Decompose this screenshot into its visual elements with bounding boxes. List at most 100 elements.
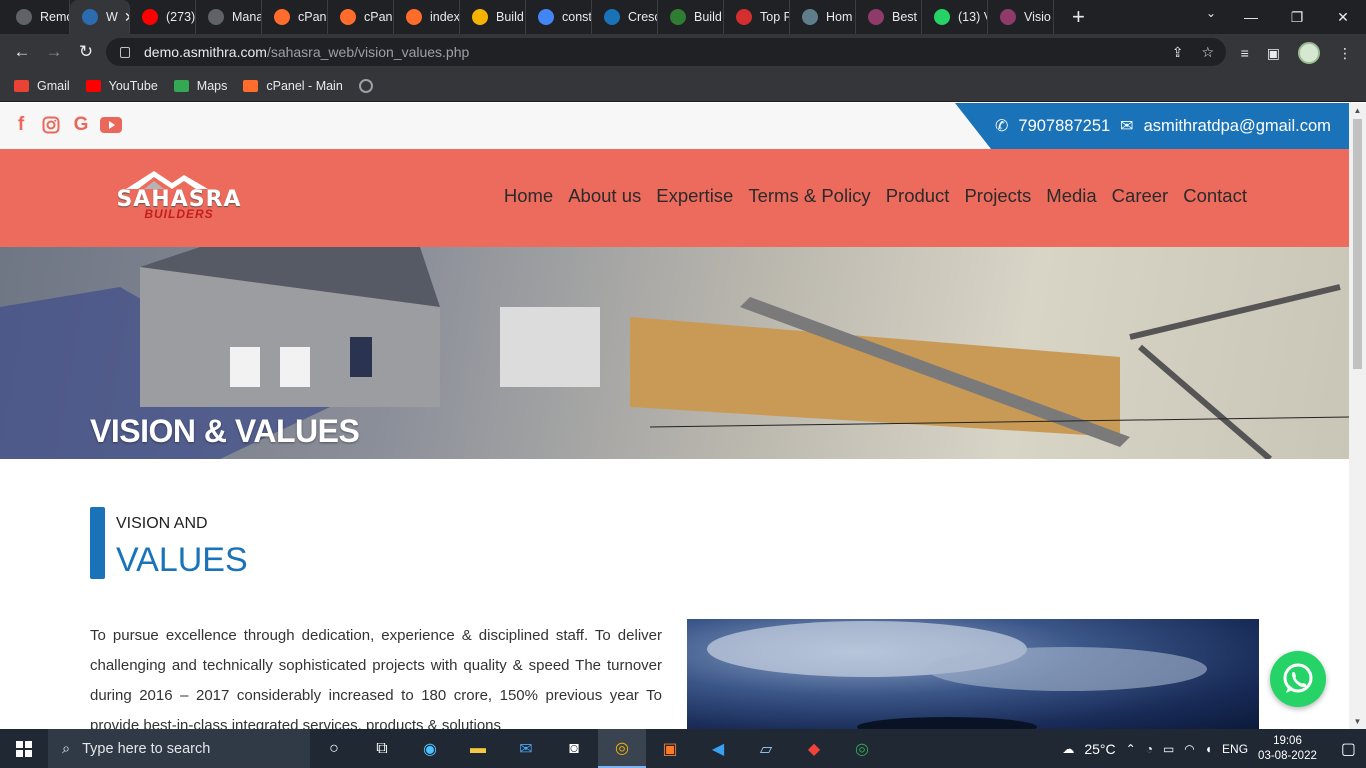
browser-tab[interactable]: Mana <box>196 0 262 34</box>
browser-tab[interactable]: Visio <box>988 0 1054 34</box>
browser-tab[interactable]: index <box>394 0 460 34</box>
notification-icon[interactable]: ▢ <box>1341 739 1356 759</box>
windows-taskbar: ⌕ Type here to search ○ ⧉ ◉ ▬ ✉ ◙ ◎ ▣ ◀ … <box>0 729 1366 768</box>
browser-tab[interactable]: W✕ <box>70 0 130 34</box>
language-indicator[interactable]: ENG <box>1222 742 1248 756</box>
bookmark-label: Gmail <box>37 78 70 93</box>
xampp-icon[interactable]: ▣ <box>646 729 694 768</box>
taskbar-search-placeholder: Type here to search <box>82 740 211 757</box>
browser-tab[interactable]: Best <box>856 0 922 34</box>
browser-tab[interactable]: Build <box>460 0 526 34</box>
google-icon[interactable]: G <box>70 114 92 136</box>
page-scrollbar[interactable]: ▲ ▼ <box>1349 103 1366 729</box>
profile-avatar[interactable] <box>1298 42 1320 64</box>
tab-label: Remo <box>40 10 69 24</box>
site-logo[interactable]: SAHASRA BUILDERS <box>104 167 254 223</box>
chrome-2-icon[interactable]: ◎ <box>838 729 886 768</box>
phone-number[interactable]: 7907887251 <box>1018 117 1110 136</box>
share-icon[interactable]: ⇪ <box>1172 44 1184 61</box>
bookmark-item[interactable]: cPanel - Main <box>243 78 343 93</box>
bookmark-label: cPanel - Main <box>266 78 343 93</box>
notepad-icon[interactable]: ▱ <box>742 729 790 768</box>
chrome-icon[interactable]: ◎ <box>598 729 646 768</box>
taskbar-search-box[interactable]: ⌕ Type here to search <box>48 729 310 768</box>
browser-tab[interactable]: (273) <box>130 0 196 34</box>
bookmark-item[interactable]: Maps <box>173 79 227 93</box>
forward-icon[interactable]: → <box>38 42 70 62</box>
browser-tab[interactable]: Build <box>658 0 724 34</box>
wifi-icon[interactable]: ◠ <box>1184 742 1194 756</box>
task-view-icon[interactable]: ⧉ <box>358 729 406 768</box>
media-control-icon[interactable]: ≡ <box>1241 45 1249 61</box>
close-window-icon[interactable]: ✕ <box>1320 0 1366 34</box>
clock[interactable]: 19:06 03-08-2022 <box>1258 734 1317 764</box>
nav-item[interactable]: Media <box>1046 185 1096 207</box>
bookmark-star-icon[interactable]: ☆ <box>1201 44 1214 61</box>
hero-banner: VISION & VALUES <box>0 247 1349 459</box>
nav-item[interactable]: Terms & Policy <box>748 185 870 207</box>
nav-item[interactable]: Product <box>886 185 950 207</box>
nav-item[interactable]: Projects <box>964 185 1031 207</box>
globe-bookmark-icon[interactable] <box>358 78 373 93</box>
tab-search-icon[interactable]: ⌄ <box>1206 6 1216 20</box>
tray-chevron-icon[interactable]: ⌃ <box>1126 742 1136 756</box>
tab-favicon-icon <box>16 9 32 25</box>
back-icon[interactable]: ← <box>6 42 38 62</box>
app-icon[interactable]: ◙ <box>550 729 598 768</box>
logo-text-bottom: BUILDERS <box>144 207 214 221</box>
scroll-up-icon[interactable]: ▲ <box>1349 106 1366 115</box>
browser-tab[interactable]: cPane <box>328 0 394 34</box>
bookmark-item[interactable]: YouTube <box>85 79 158 93</box>
tab-favicon-icon <box>340 9 356 25</box>
menu-kebab-icon[interactable]: ⋮ <box>1338 45 1352 62</box>
side-panel-icon[interactable]: ▣ <box>1267 45 1280 62</box>
tab-favicon-icon <box>1000 9 1016 25</box>
minimize-icon[interactable]: — <box>1228 0 1274 34</box>
cortana-icon[interactable]: ○ <box>310 729 358 768</box>
instagram-icon[interactable] <box>40 114 62 136</box>
url-host: demo.asmithra.com <box>144 44 267 60</box>
nav-item[interactable]: About us <box>568 185 641 207</box>
browser-tab[interactable]: (13) V <box>922 0 988 34</box>
scroll-down-icon[interactable]: ▼ <box>1349 717 1366 726</box>
weather-temp[interactable]: 25°C <box>1084 741 1115 757</box>
battery-icon[interactable]: ▭ <box>1163 742 1174 756</box>
tab-favicon-icon <box>736 9 752 25</box>
bookmark-item[interactable]: Gmail <box>14 79 70 93</box>
browser-tab[interactable]: Remo <box>4 0 70 34</box>
tab-label: Cresc <box>628 10 658 24</box>
tab-favicon-icon <box>208 9 224 25</box>
tab-label: cPane <box>364 10 393 24</box>
network-icon[interactable]: ◔ <box>1146 742 1153 756</box>
top-strip: f G ✆ 7907887251 ✉ asmithratdpa@gmail.co… <box>0 103 1349 149</box>
nav-item[interactable]: Contact <box>1183 185 1247 207</box>
reload-icon[interactable]: ↻ <box>70 42 102 62</box>
browser-tab[interactable]: Top F <box>724 0 790 34</box>
browser-tab[interactable]: Cresc <box>592 0 658 34</box>
new-tab-button[interactable]: + <box>1072 4 1085 30</box>
browser-tab[interactable]: cPane <box>262 0 328 34</box>
browser-tab[interactable]: const <box>526 0 592 34</box>
browser-tab[interactable]: Hom <box>790 0 856 34</box>
youtube-icon[interactable] <box>100 114 122 136</box>
volume-icon[interactable]: ◖ <box>1205 742 1212 756</box>
nav-item[interactable]: Home <box>504 185 553 207</box>
edge-icon[interactable]: ◉ <box>406 729 454 768</box>
scroll-thumb[interactable] <box>1353 119 1362 369</box>
web-page: f G ✆ 7907887251 ✉ asmithratdpa@gmail.co… <box>0 103 1349 729</box>
file-explorer-icon[interactable]: ▬ <box>454 729 502 768</box>
address-input[interactable]: demo.asmithra.com/sahasra_web/vision_val… <box>106 38 1226 66</box>
facebook-icon[interactable]: f <box>10 114 32 136</box>
restore-icon[interactable]: ❐ <box>1274 0 1320 34</box>
whatsapp-icon[interactable] <box>1270 651 1326 707</box>
nav-item[interactable]: Expertise <box>656 185 733 207</box>
vscode-icon[interactable]: ◀ <box>694 729 742 768</box>
nav-item[interactable]: Career <box>1112 185 1169 207</box>
windows-start-icon[interactable] <box>0 729 48 768</box>
bookmark-favicon-icon <box>14 79 29 92</box>
anydesk-icon[interactable]: ◆ <box>790 729 838 768</box>
weather-icon[interactable]: ☁ <box>1062 742 1074 756</box>
email-address[interactable]: asmithratdpa@gmail.com <box>1144 117 1331 136</box>
mail-app-icon[interactable]: ✉ <box>502 729 550 768</box>
tab-label: Visio <box>1024 10 1051 24</box>
